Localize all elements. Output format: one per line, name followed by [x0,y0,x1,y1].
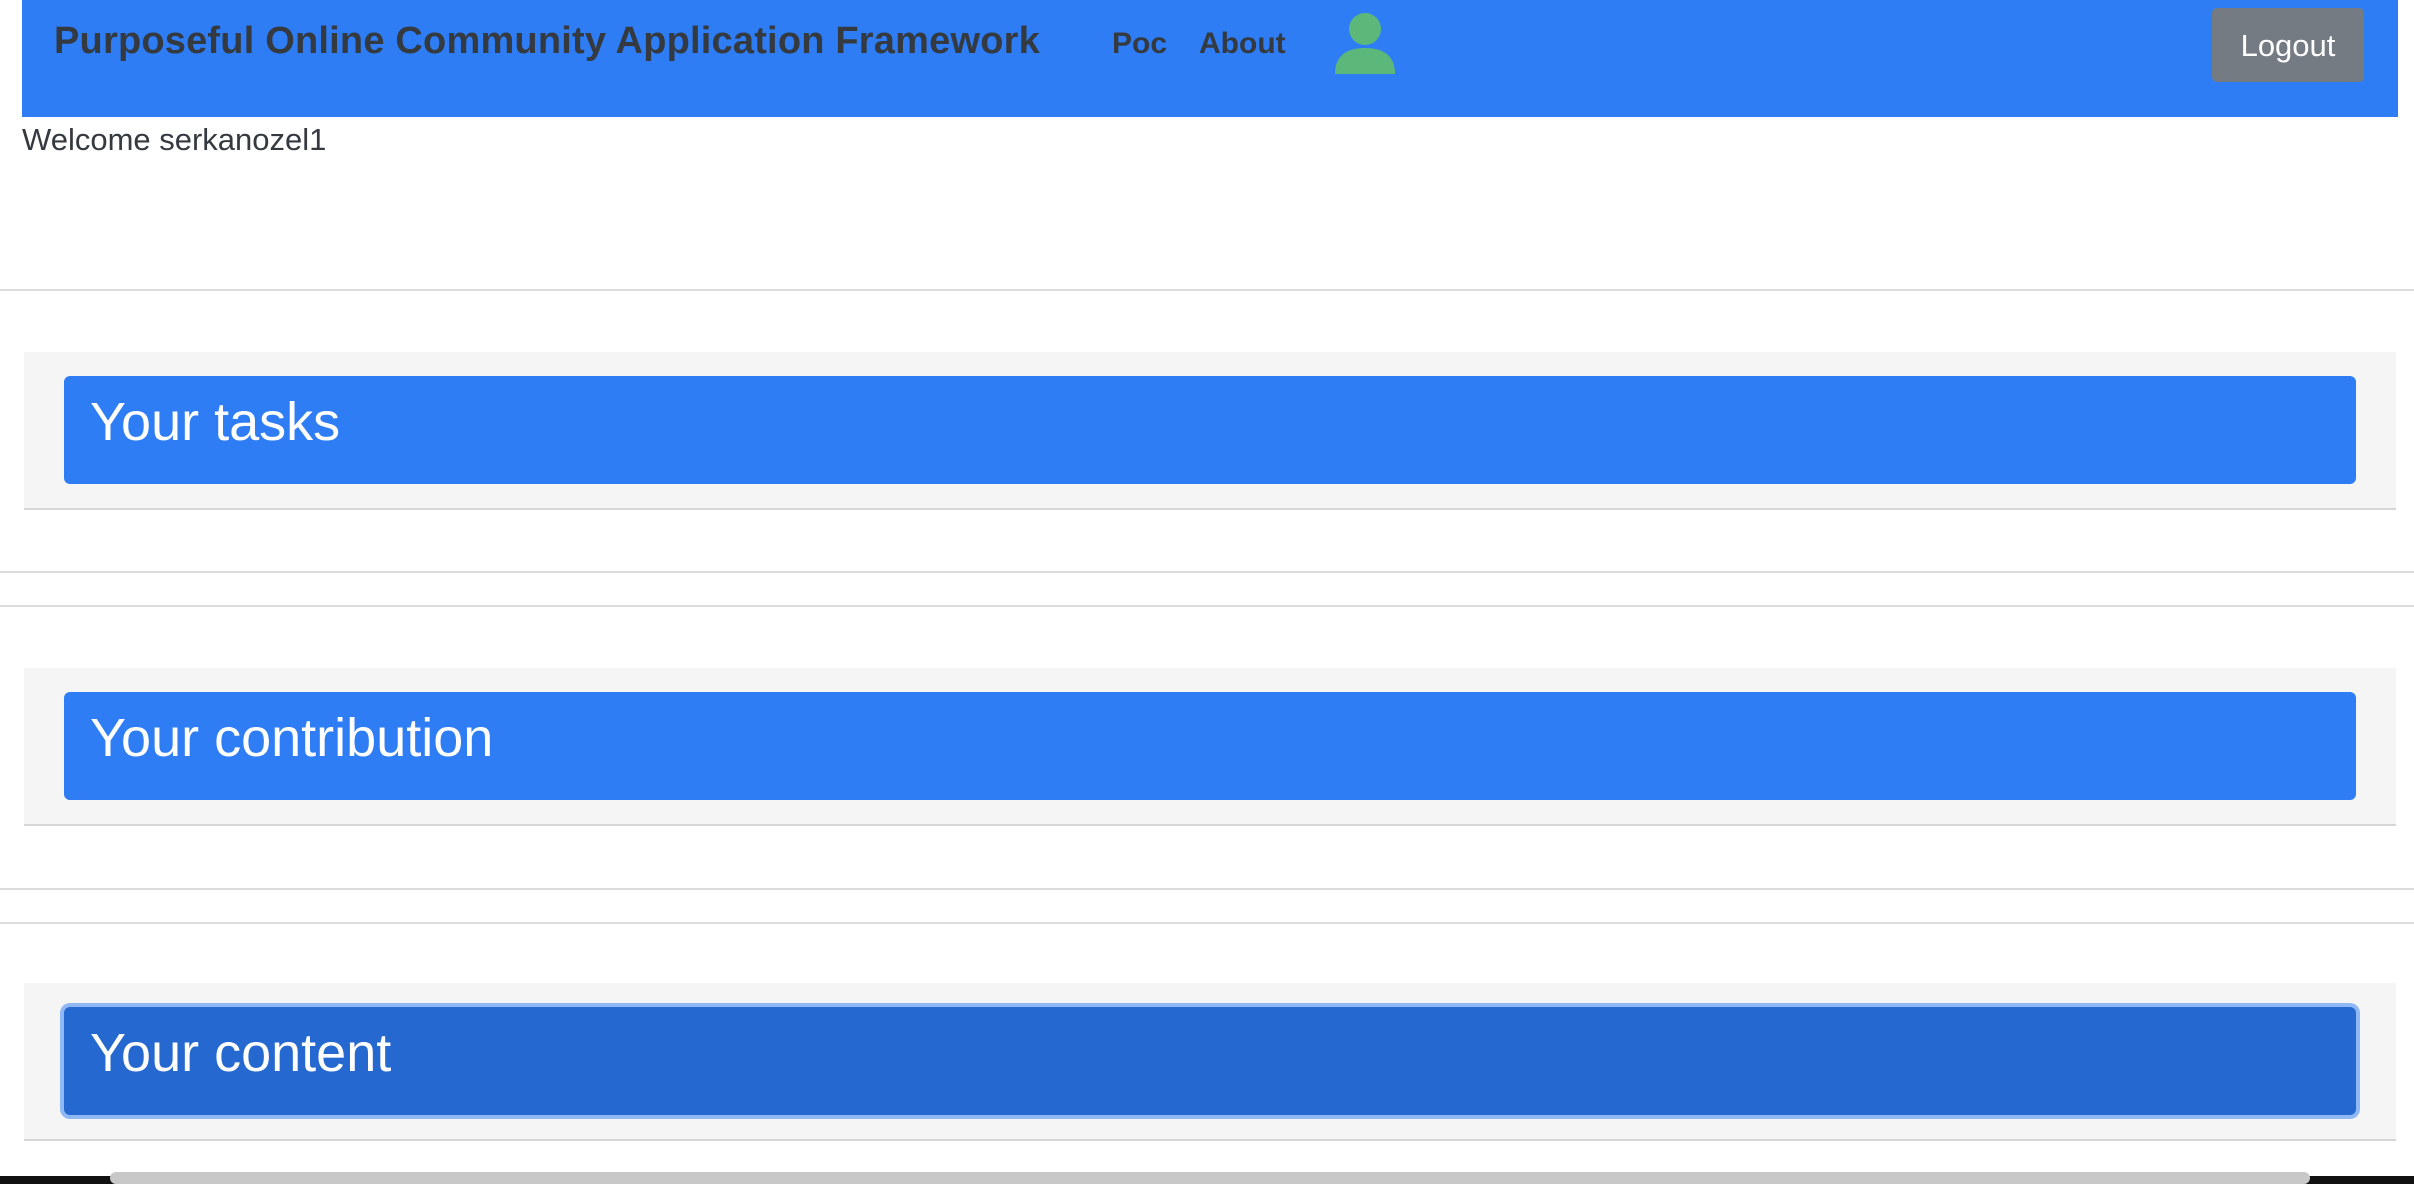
divider [0,922,2414,924]
your-contribution-button[interactable]: Your contribution [64,692,2356,800]
content-section: Your content [24,983,2396,1141]
user-icon[interactable] [1332,12,1398,76]
divider [0,289,2414,291]
your-content-button[interactable]: Your content [64,1007,2356,1115]
contribution-section: Your contribution [24,668,2396,826]
divider [0,605,2414,607]
nav-link-poc[interactable]: Poc [1112,27,1167,61]
logout-button[interactable]: Logout [2212,8,2364,82]
nav-link-about[interactable]: About [1199,27,1286,61]
navbar: Purposeful Online Community Application … [22,0,2398,117]
welcome-text: Welcome serkanozel1 [22,122,327,157]
divider [0,571,2414,573]
divider [0,888,2414,890]
your-tasks-button[interactable]: Your tasks [64,376,2356,484]
tasks-section: Your tasks [24,352,2396,510]
horizontal-scrollbar[interactable] [110,1172,2310,1184]
page: Purposeful Online Community Application … [0,0,2414,1184]
navbar-brand[interactable]: Purposeful Online Community Application … [54,20,1040,63]
